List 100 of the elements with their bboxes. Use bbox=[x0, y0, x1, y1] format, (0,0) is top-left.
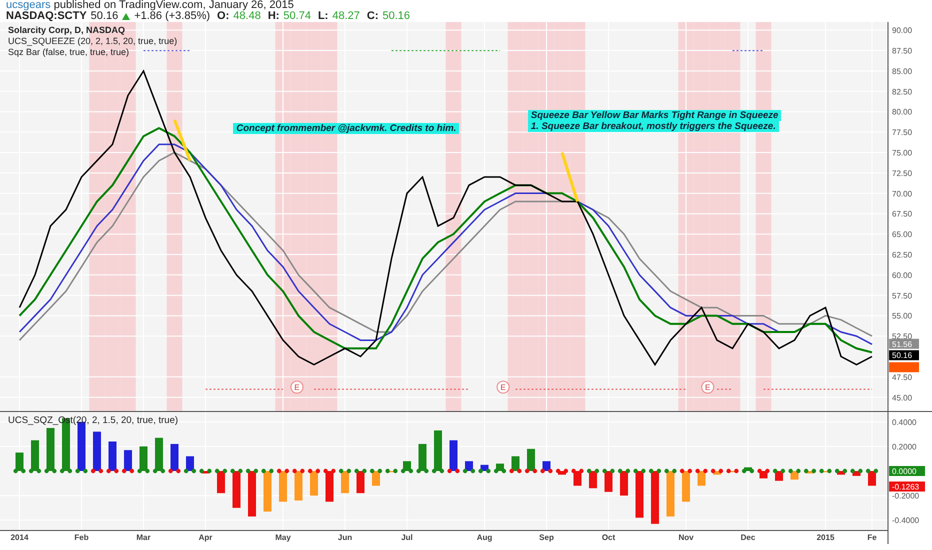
histogram-bar bbox=[16, 452, 24, 471]
value-tag: 0.0000 bbox=[889, 466, 925, 476]
axis-label: 72.50 bbox=[892, 168, 912, 178]
axis-label: 90.00 bbox=[892, 26, 912, 36]
histogram-bar bbox=[651, 471, 659, 524]
histogram-bar bbox=[542, 461, 550, 471]
histogram-bar bbox=[108, 442, 116, 471]
ohlc-value: 50.16 bbox=[382, 11, 410, 22]
axis-label: 2014 bbox=[10, 533, 28, 542]
histogram-bar bbox=[666, 471, 674, 516]
legend-text: UCS_SQUEEZE (20, 2, 1.5, 20, true, true) bbox=[8, 36, 178, 47]
symbol: NASDAQ:SCTY bbox=[6, 11, 87, 22]
last-price: 50.16 bbox=[90, 11, 118, 22]
ohlc-label: C: bbox=[366, 11, 378, 22]
histogram-bar bbox=[450, 440, 458, 471]
histogram-bar bbox=[294, 471, 302, 500]
ohlc-value: 48.27 bbox=[332, 11, 360, 22]
histogram-bar bbox=[170, 444, 178, 471]
histogram-bar bbox=[248, 471, 256, 516]
histogram-bar bbox=[682, 471, 690, 502]
ohlc-label: O: bbox=[217, 11, 230, 22]
histogram-bar bbox=[31, 440, 39, 471]
axis-label: 65.00 bbox=[892, 230, 912, 240]
axis-label: -0.4000 bbox=[892, 516, 920, 526]
price-tag: 51.56 bbox=[889, 338, 919, 349]
histogram-bar bbox=[403, 461, 411, 471]
histogram-bar bbox=[140, 446, 148, 471]
axis-label: 82.50 bbox=[892, 87, 912, 96]
ohlc-value: 48.48 bbox=[233, 11, 261, 22]
histogram-bar bbox=[310, 471, 318, 496]
axis-label: Feb bbox=[74, 533, 89, 542]
ohlc-value: 50.74 bbox=[283, 11, 311, 22]
axis-label: 0.2000 bbox=[892, 442, 916, 452]
histogram-bar bbox=[124, 450, 132, 471]
axis-label: May bbox=[275, 533, 291, 542]
axis-label: 0.4000 bbox=[892, 418, 916, 427]
histogram-bar bbox=[326, 471, 334, 502]
earnings-marker[interactable]: E bbox=[701, 380, 714, 394]
axis-label: 2015 bbox=[816, 533, 834, 542]
histogram-bar bbox=[372, 471, 380, 486]
histogram-bar bbox=[418, 444, 426, 471]
histogram-bar bbox=[46, 428, 54, 471]
legend-text: Sqz Bar (false, true, true, true) bbox=[8, 47, 130, 58]
axis-label: Aug bbox=[476, 533, 492, 542]
axis-label: 70.00 bbox=[892, 189, 912, 198]
histogram-bar bbox=[155, 438, 163, 471]
axis-label: -0.2000 bbox=[892, 492, 920, 501]
histogram-bar bbox=[93, 432, 101, 471]
histogram-bar bbox=[574, 471, 582, 486]
axis-label: Nov bbox=[678, 533, 694, 542]
annotation: E bbox=[294, 383, 300, 392]
histogram-bar bbox=[698, 471, 706, 486]
value-tag: -0.1263 bbox=[889, 482, 925, 492]
annotation: E bbox=[705, 383, 710, 392]
histogram-bar bbox=[604, 471, 612, 492]
earnings-marker[interactable]: E bbox=[290, 380, 304, 394]
histogram-bar bbox=[232, 471, 240, 508]
histogram-bar bbox=[589, 471, 597, 488]
axis-label: 75.00 bbox=[892, 148, 912, 158]
axis-label: 60.00 bbox=[892, 270, 912, 280]
price-change: +1.86 (+3.85%) bbox=[134, 11, 210, 22]
note-label: 1. Squeeze Bar breakout, mostly triggers the Squeeze. bbox=[528, 120, 779, 132]
earnings-marker[interactable]: E bbox=[496, 380, 510, 394]
ohlc-label: L: bbox=[318, 11, 328, 22]
axis-label: 47.50 bbox=[892, 372, 912, 382]
histogram-bar bbox=[341, 471, 349, 494]
histogram-bar bbox=[868, 471, 876, 486]
axis-label: 57.50 bbox=[892, 291, 912, 300]
legend-text: Solarcity Corp, D, NASDAQ bbox=[8, 25, 126, 36]
author-link[interactable]: ucsgears bbox=[6, 0, 51, 11]
axis-label: Fe bbox=[867, 533, 877, 542]
axis-label: 52.50 bbox=[892, 332, 912, 342]
axis-label: 62.50 bbox=[892, 250, 912, 260]
annotation: E bbox=[500, 383, 506, 392]
note-label: Squeeze Bar Yellow Bar Marks Tight Range in Squeeze bbox=[528, 110, 782, 122]
ohlc-label: H: bbox=[268, 11, 280, 22]
axis-label: 67.50 bbox=[892, 210, 912, 219]
histogram-bar bbox=[636, 471, 644, 518]
price-tag: 50.16 bbox=[889, 350, 919, 360]
histogram-bar bbox=[217, 471, 225, 494]
axis-label: 80.00 bbox=[892, 108, 912, 117]
axis-label: 85.00 bbox=[892, 66, 912, 76]
histogram-bar bbox=[264, 471, 272, 512]
histogram-bar bbox=[527, 448, 535, 471]
axis-label: Oct bbox=[602, 533, 616, 542]
note-label: Concept frommember @jackvmk. Credits to him. bbox=[233, 123, 460, 134]
axis-label: Mar bbox=[136, 533, 151, 542]
histogram-bar bbox=[279, 471, 287, 502]
axis-label: 87.50 bbox=[892, 46, 912, 56]
axis-label: Sep bbox=[539, 533, 554, 542]
published-text: published on TradingView.com, January 26, 2015 bbox=[54, 0, 294, 11]
axis-label: 55.00 bbox=[892, 312, 912, 321]
axis-label: Jul bbox=[401, 533, 413, 542]
histogram-bar bbox=[620, 471, 628, 496]
axis-label: Dec bbox=[740, 533, 756, 542]
axis-label: 45.00 bbox=[892, 393, 912, 402]
axis-label: Apr bbox=[198, 533, 212, 542]
axis-label: 77.50 bbox=[892, 128, 912, 138]
histogram-bar bbox=[356, 471, 364, 494]
histogram-bar bbox=[434, 430, 442, 471]
